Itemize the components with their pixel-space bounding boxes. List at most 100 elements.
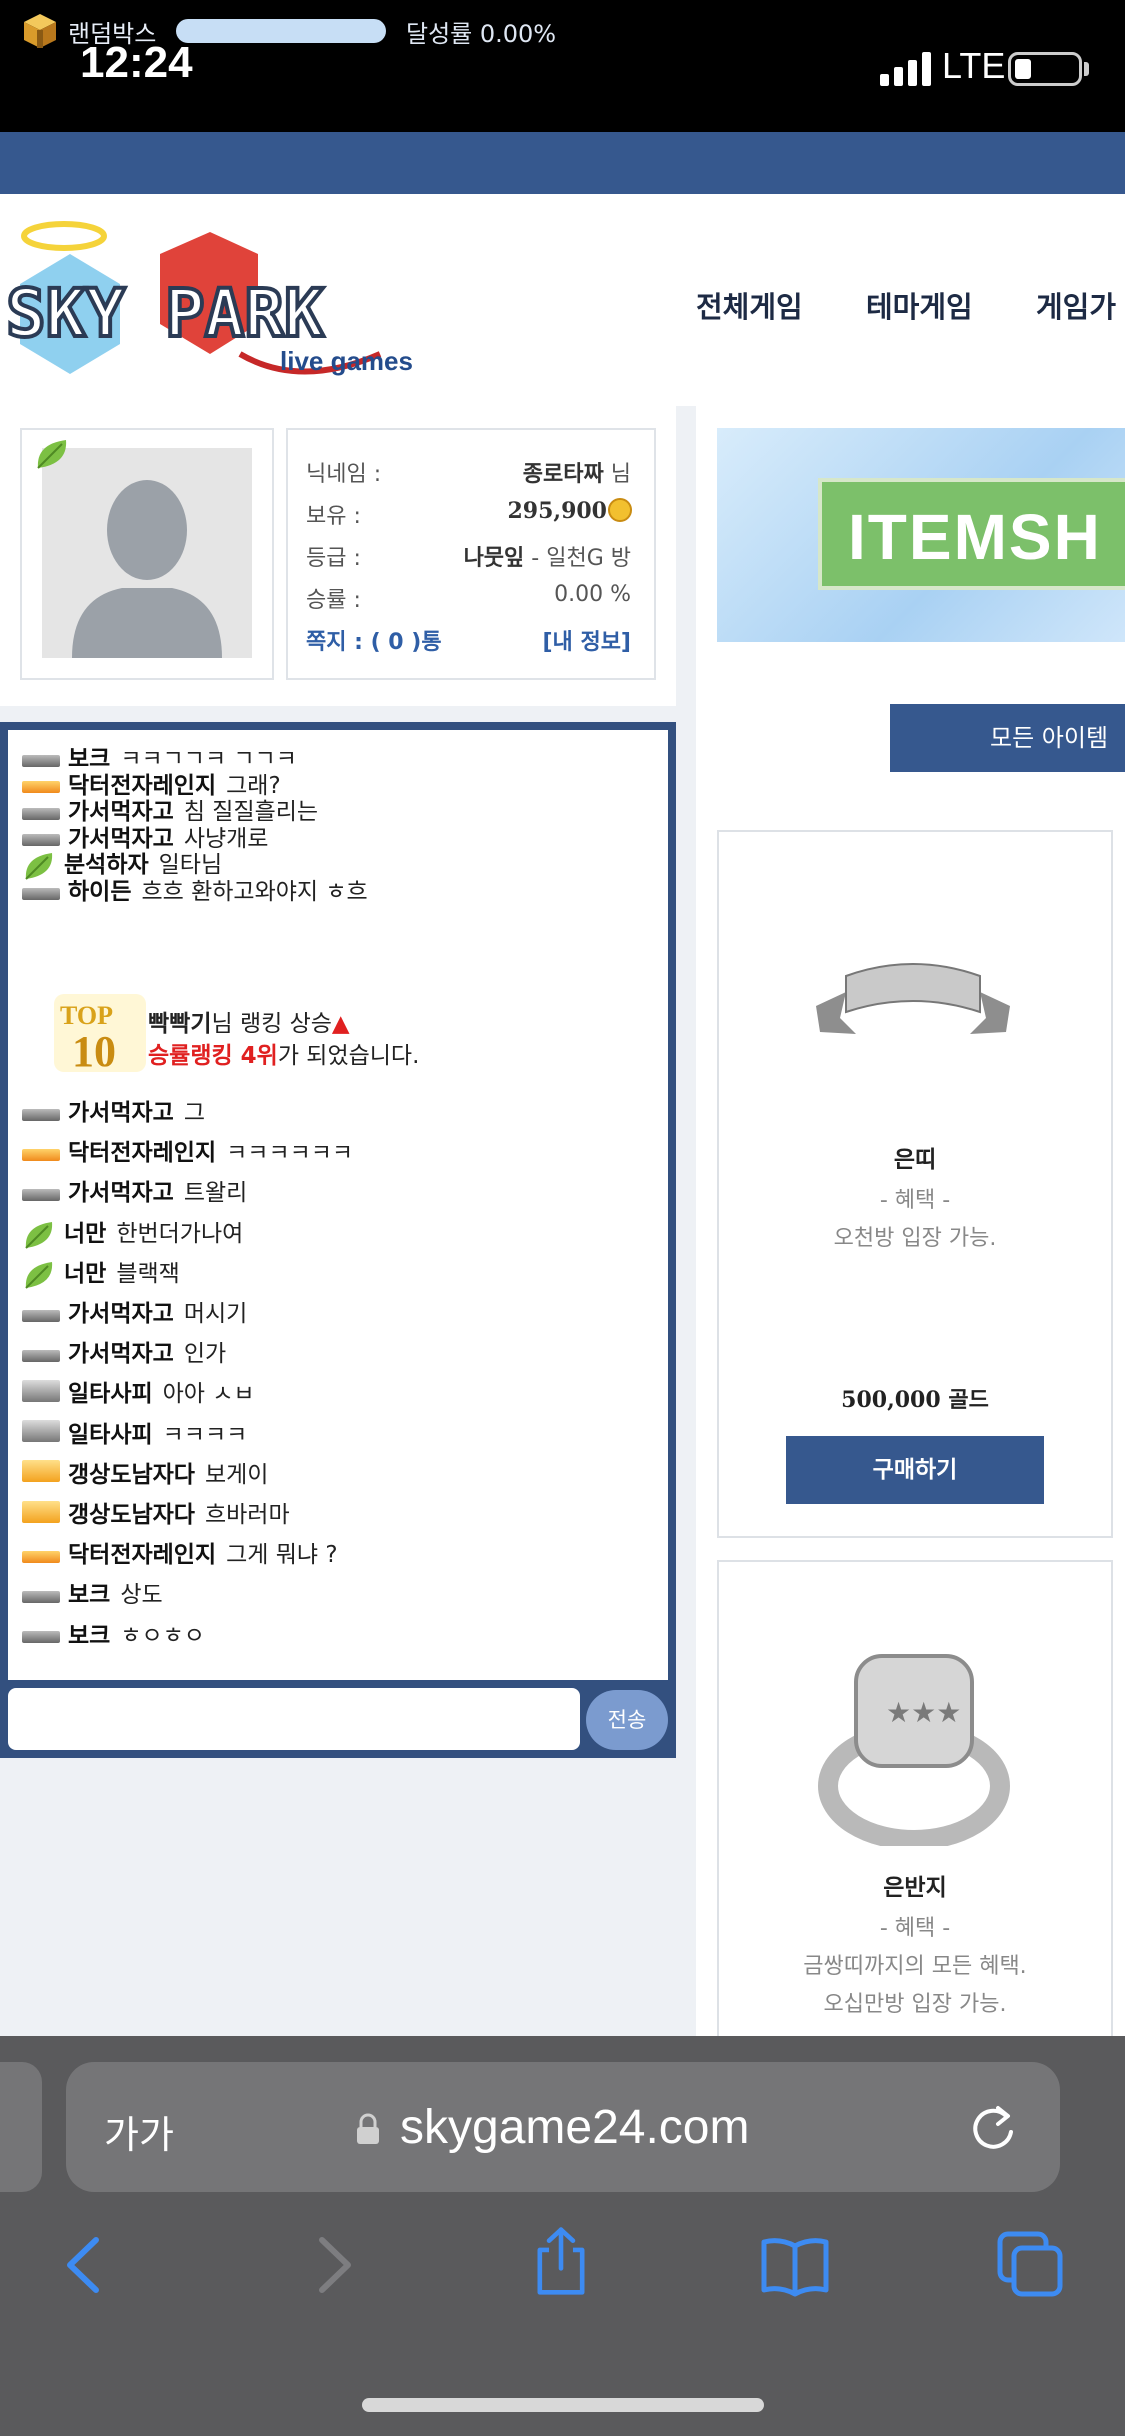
avatar [42, 448, 252, 658]
forward-icon[interactable] [296, 2230, 366, 2300]
item-benefit: 오천방 입장 가능. [833, 1226, 997, 1251]
achievement-rate: 달성률 0.00% [406, 20, 557, 48]
reload-icon[interactable] [968, 2100, 1018, 2154]
tabs-icon[interactable] [996, 2230, 1066, 2300]
chat-nickname[interactable]: 가서먹자고 [68, 1100, 174, 1126]
level-bar-icon [22, 1338, 60, 1372]
chat-message: 보크 상도 [22, 1578, 163, 1612]
chat-nickname[interactable]: 닥터전자레인지 [68, 1140, 216, 1166]
itemshop-banner-text: ITEMSH [848, 501, 1102, 573]
item-price: 500,000 골드 [841, 1387, 989, 1413]
share-icon[interactable] [526, 2226, 596, 2296]
chat-text: 한번더가나여 [116, 1220, 244, 1247]
chat-message: 가서먹자고 인가 [22, 1337, 226, 1371]
level-bar-icon [22, 1177, 60, 1211]
top10-badge-icon: TOP 10 [54, 994, 146, 1076]
chat-text: ㅋㅋㅋㅋ [162, 1421, 248, 1448]
item-name: 은반지 [883, 1875, 947, 1901]
nickname-label: 닉네임 : [306, 462, 382, 487]
balance-label: 보유 : [306, 504, 361, 529]
back-icon[interactable] [52, 2230, 122, 2300]
chat-text: 상도 [120, 1582, 163, 1609]
chat-text: ㅋㅋㅋㅋㅋㅋ [226, 1140, 354, 1167]
chat-nickname[interactable]: 갱상도남자다 [68, 1502, 195, 1528]
item-benefit-title: - 혜택 - [879, 1188, 951, 1213]
level-bar-icon [22, 1499, 60, 1533]
chat-message: 닥터전자레인지 그게 뭐냐 ? [22, 1538, 338, 1572]
battery-icon [1008, 52, 1082, 86]
treasure-box-icon[interactable] [20, 10, 60, 50]
leaf-grade-icon [22, 1257, 56, 1291]
chat-text: 그 [183, 1100, 205, 1126]
random-box-label[interactable]: 랜덤박스 [68, 14, 156, 49]
svg-text:10: 10 [72, 1027, 116, 1076]
chat-input[interactable] [8, 1688, 580, 1750]
lock-icon [357, 2113, 379, 2144]
leaf-grade-icon [22, 1217, 56, 1251]
chat-nickname[interactable]: 닥터전자레인지 [68, 1542, 216, 1568]
item-name: 은띠 [893, 1147, 937, 1173]
nav-theme-games[interactable]: 테마게임 [866, 284, 973, 326]
text-size-button[interactable]: 가가 [104, 2104, 174, 2159]
level-bar-icon [22, 1137, 60, 1171]
rank-notice-line2: 승률랭킹 4위가 되었습니다. [148, 1043, 420, 1069]
silver-ring-icon: ★★★ [818, 1654, 1010, 1846]
all-items-button[interactable]: 모든 아이템 [890, 704, 1125, 772]
balance-value: 295,900 [507, 498, 607, 524]
my-info-link[interactable]: [내 정보] [543, 624, 632, 656]
chat-message: 닥터전자레인지 ㅋㅋㅋㅋㅋㅋ [22, 1136, 353, 1170]
url-text[interactable]: skygame24.com [400, 2100, 749, 2155]
nav-all-games[interactable]: 전체게임 [696, 284, 803, 326]
chat-nickname[interactable]: 보크 [68, 1582, 110, 1608]
chat-nickname[interactable]: 가서먹자고 [68, 1180, 174, 1206]
svg-text:TOP: TOP [60, 1001, 113, 1030]
sky-park-logo[interactable]: SKY PARK live games [0, 214, 440, 386]
winrate-label: 승률 : [306, 588, 361, 613]
chat-message: 갱상도남자다 흐바러마 [22, 1498, 290, 1532]
svg-text:★★★: ★★★ [886, 1696, 961, 1729]
chat-nickname[interactable]: 너만 [64, 1261, 106, 1287]
chat-message: 너만 블랙잭 [22, 1257, 180, 1291]
level-bar-icon [22, 1418, 60, 1452]
messages-link[interactable]: 쪽지 : ( 0 )통 [306, 624, 442, 656]
level-bar-icon [22, 1298, 60, 1332]
chat-message: 일타사피 ㅋㅋㅋㅋ [22, 1418, 247, 1452]
item-benefit: 금쌍띠까지의 모든 혜택. [803, 1954, 1027, 1979]
level-bar-icon [22, 876, 60, 910]
chat-text: 인가 [183, 1341, 227, 1368]
chat-message: 가서먹자고 그 [22, 1096, 205, 1130]
level-bar-icon [22, 1539, 60, 1573]
network-label: LTE [942, 45, 1006, 86]
grade-label: 등급 : [306, 546, 361, 571]
chat-nickname[interactable]: 하이든 [68, 879, 131, 905]
leaf-grade-icon [37, 440, 67, 469]
nickname-value: 종로타짜 님 [522, 462, 631, 487]
chat-nickname[interactable]: 갱상도남자다 [68, 1462, 195, 1488]
grade-value: 나뭇잎 - 일천G 방 [463, 546, 631, 571]
chat-message: 일타사피 아아 ㅅㅂ [22, 1377, 255, 1411]
chat-text: 그게 뭐냐 ? [226, 1542, 338, 1569]
chat-text: 흐바러마 [204, 1502, 290, 1528]
nav-game-guide[interactable]: 게임가 [1036, 284, 1116, 326]
buy-button[interactable]: 구매하기 [786, 1436, 1044, 1504]
chat-nickname[interactable]: 가서먹자고 [68, 1301, 174, 1327]
previous-tab-peek[interactable] [0, 2062, 42, 2192]
bookmarks-icon[interactable] [760, 2230, 830, 2300]
chat-nickname[interactable]: 일타사피 [68, 1381, 153, 1407]
item-benefit-title: - 혜택 - [879, 1916, 951, 1941]
svg-text:SKY PARK: SKY PARK [6, 275, 324, 352]
chat-nickname[interactable]: 일타사피 [68, 1422, 153, 1448]
level-bar-icon [22, 1458, 60, 1492]
chat-text: 블랙잭 [116, 1260, 180, 1287]
level-bar-icon [22, 1579, 60, 1613]
chat-nickname[interactable]: 보크 [68, 1623, 110, 1649]
chat-nickname[interactable]: 너만 [64, 1221, 106, 1247]
chat-nickname[interactable]: 가서먹자고 [68, 1341, 174, 1367]
winrate-value: 0.00 % [554, 582, 631, 607]
level-bar-icon [22, 1619, 60, 1653]
random-box-progress [176, 19, 386, 43]
send-button[interactable]: 전송 [586, 1690, 668, 1750]
level-bar-icon [22, 1097, 60, 1131]
chat-text: 아아 ㅅㅂ [162, 1381, 255, 1408]
random-box-bar [0, 132, 1125, 194]
